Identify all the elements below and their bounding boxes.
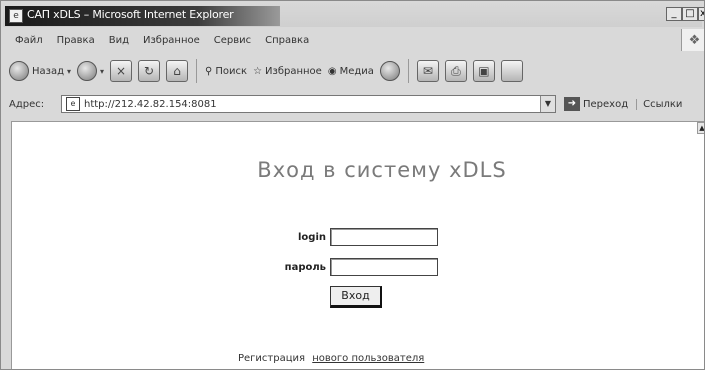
browser-window: e САП xDLS – Microsoft Internet Explorer… bbox=[0, 0, 705, 370]
password-label: пароль bbox=[284, 261, 326, 273]
media-button[interactable]: ◉ Медиа bbox=[328, 66, 374, 77]
search-button[interactable]: ⚲ Поиск bbox=[205, 66, 247, 77]
edit-icon[interactable]: ▣ bbox=[472, 60, 495, 82]
ie-icon: e bbox=[9, 9, 23, 23]
go-button[interactable]: ➜ Переход bbox=[564, 97, 628, 111]
menu-favorites[interactable]: Избранное bbox=[143, 35, 200, 46]
forward-arrow-icon bbox=[77, 61, 98, 81]
home-icon[interactable]: ⌂ bbox=[166, 60, 189, 82]
back-label: Назад bbox=[32, 65, 65, 77]
password-row: пароль bbox=[274, 258, 438, 276]
password-input[interactable] bbox=[330, 258, 438, 276]
back-button[interactable]: Назад ▾ bbox=[9, 61, 71, 81]
back-arrow-icon bbox=[9, 61, 29, 81]
address-url: http://212.42.82.154:8081 bbox=[84, 98, 217, 110]
address-input[interactable]: e http://212.42.82.154:8081 ▼ bbox=[61, 95, 556, 113]
media-label: Медиа bbox=[339, 65, 374, 77]
favorites-label: Избранное bbox=[265, 65, 322, 77]
title-bar: e САП xDLS – Microsoft Internet Explorer… bbox=[3, 3, 704, 27]
register-link[interactable]: нового пользователя bbox=[312, 353, 424, 364]
chevron-down-icon[interactable]: ▾ bbox=[67, 67, 71, 76]
refresh-icon[interactable]: ↻ bbox=[138, 60, 161, 82]
address-label: Адрес: bbox=[9, 98, 45, 110]
search-icon: ⚲ bbox=[205, 65, 213, 77]
history-icon[interactable] bbox=[379, 61, 400, 81]
links-button[interactable]: Ссылки bbox=[636, 98, 682, 110]
minimize-button[interactable]: _ bbox=[666, 7, 682, 21]
page-icon: e bbox=[66, 97, 80, 111]
menu-tools[interactable]: Сервис bbox=[214, 35, 251, 46]
close-button[interactable]: x bbox=[698, 7, 704, 21]
menu-bar: Файл Правка Вид Избранное Сервис Справка bbox=[3, 29, 683, 51]
login-button[interactable]: Вход bbox=[330, 286, 382, 308]
menu-view[interactable]: Вид bbox=[109, 35, 129, 46]
stop-icon[interactable]: × bbox=[110, 60, 133, 82]
register-prefix: Регистрация bbox=[238, 353, 306, 364]
print-icon[interactable]: ⎙ bbox=[444, 60, 467, 82]
menu-edit[interactable]: Правка bbox=[57, 35, 95, 46]
mail-icon[interactable]: ✉ bbox=[416, 60, 439, 82]
go-label: Переход bbox=[583, 98, 629, 110]
page-title: Вход в систему xDLS bbox=[257, 158, 507, 182]
star-icon: ☆ bbox=[253, 65, 263, 77]
menu-help[interactable]: Справка bbox=[265, 35, 309, 46]
address-bar: Адрес: e http://212.42.82.154:8081 ▼ ➜ П… bbox=[3, 93, 704, 115]
go-arrow-icon: ➜ bbox=[564, 97, 580, 111]
page-content: ▲ Вход в систему xDLS login пароль Вход … bbox=[11, 121, 704, 369]
forward-button[interactable]: ▾ bbox=[77, 61, 104, 81]
chevron-down-icon[interactable]: ▼ bbox=[540, 96, 555, 112]
media-icon: ◉ bbox=[327, 65, 337, 77]
search-label: Поиск bbox=[215, 65, 248, 77]
toolbar-separator bbox=[196, 59, 198, 83]
menu-file[interactable]: Файл bbox=[15, 35, 43, 46]
login-label: login bbox=[297, 231, 326, 243]
maximize-button[interactable]: □ bbox=[682, 7, 698, 21]
login-row: login bbox=[274, 228, 438, 246]
favorites-button[interactable]: ☆ Избранное bbox=[253, 66, 322, 77]
register-line: Регистрация нового пользователя bbox=[238, 353, 424, 364]
window-title: САП xDLS – Microsoft Internet Explorer bbox=[27, 8, 234, 21]
windows-logo-icon: ❖ bbox=[681, 29, 704, 51]
discuss-icon[interactable] bbox=[500, 60, 523, 82]
login-input[interactable] bbox=[330, 228, 438, 246]
scroll-up-icon[interactable]: ▲ bbox=[697, 122, 704, 134]
toolbar-separator bbox=[407, 59, 409, 83]
toolbar: Назад ▾ ▾ × ↻ ⌂ ⚲ Поиск ☆ Избранное ◉ Ме… bbox=[3, 53, 704, 89]
chevron-down-icon[interactable]: ▾ bbox=[100, 67, 104, 76]
